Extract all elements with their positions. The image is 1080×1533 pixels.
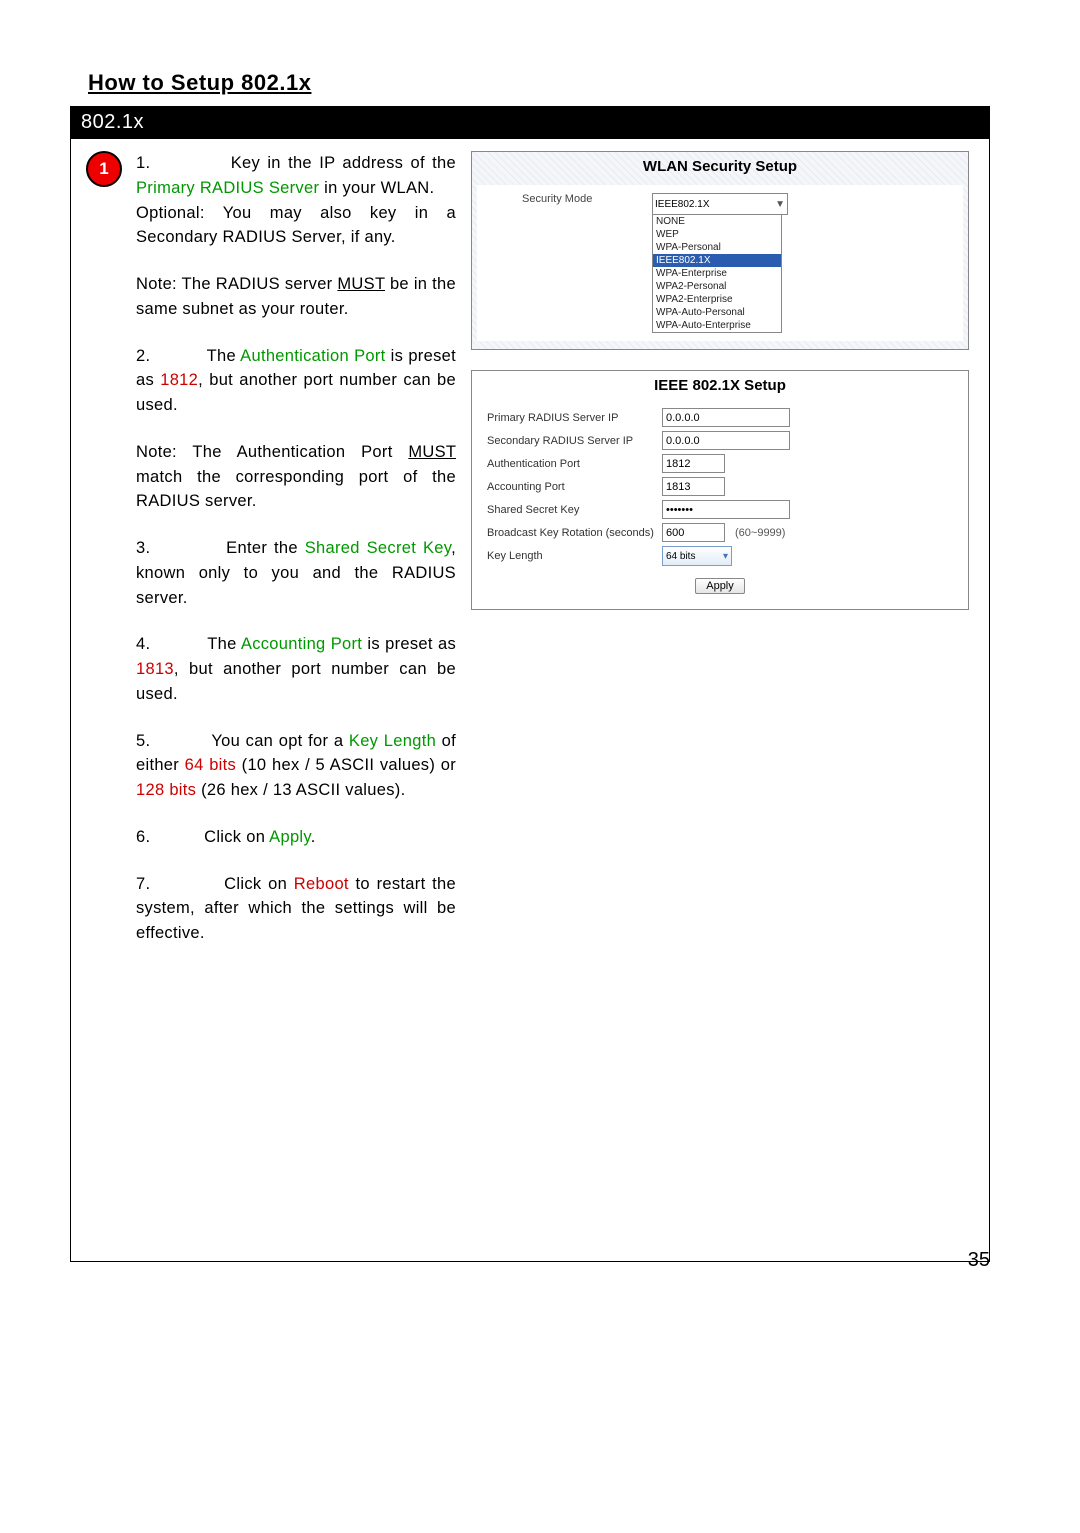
- step-badge: 1: [86, 151, 122, 187]
- option-wpa2-enterprise[interactable]: WPA2-Enterprise: [653, 293, 781, 306]
- must: MUST: [408, 443, 456, 461]
- shared-key-label: Shared Secret Key: [487, 504, 662, 516]
- chevron-down-icon: ▼: [775, 199, 785, 210]
- secondary-radius-ip-input[interactable]: 0.0.0.0: [662, 431, 790, 450]
- security-mode-value: IEEE802.1X: [655, 199, 709, 210]
- option-none[interactable]: NONE: [653, 215, 781, 228]
- val-1812: 1812: [160, 371, 198, 389]
- must: MUST: [337, 275, 385, 293]
- acct-port-input[interactable]: 1813: [662, 477, 725, 496]
- term-shared-key: Shared Secret Key: [305, 539, 451, 557]
- term-acct-port: Accounting Port: [241, 635, 362, 653]
- term-apply: Apply: [269, 828, 311, 846]
- apply-button[interactable]: Apply: [695, 578, 745, 594]
- step-num: 4.: [136, 635, 150, 653]
- auth-port-input[interactable]: 1812: [662, 454, 725, 473]
- secondary-radius-ip-label: Secondary RADIUS Server IP: [487, 435, 662, 447]
- page-title: How to Setup 802.1x: [80, 70, 990, 96]
- step-num: 5.: [136, 732, 150, 750]
- chevron-down-icon: ▾: [723, 551, 728, 562]
- wlan-security-panel: WLAN Security Setup Security Mode IEEE80…: [471, 151, 969, 350]
- txt: in your WLAN.: [319, 179, 434, 197]
- option-wpa-auto-personal[interactable]: WPA-Auto-Personal: [653, 306, 781, 319]
- security-mode-select[interactable]: IEEE802.1X ▼: [652, 193, 788, 215]
- content-box: 802.1x 1 1. Key in the IP address of the…: [70, 106, 990, 1262]
- txt: Key in the IP address of the: [231, 154, 456, 172]
- option-wep[interactable]: WEP: [653, 228, 781, 241]
- txt: The: [207, 347, 241, 365]
- security-mode-dropdown[interactable]: NONE WEP WPA-Personal IEEE802.1X WPA-Ent…: [652, 214, 782, 333]
- val-128bits: 128 bits: [136, 781, 196, 799]
- ieee-setup-panel: IEEE 802.1X Setup Primary RADIUS Server …: [471, 370, 969, 610]
- step-num: 6.: [136, 828, 150, 846]
- ieee-panel-title: IEEE 802.1X Setup: [487, 371, 953, 404]
- term-auth-port: Authentication Port: [240, 347, 385, 365]
- txt: is preset as: [362, 635, 456, 653]
- keylen-select[interactable]: 64 bits ▾: [662, 546, 732, 566]
- acct-port-label: Accounting Port: [487, 481, 662, 493]
- txt: The: [207, 635, 241, 653]
- val-1813: 1813: [136, 660, 174, 678]
- term-key-length: Key Length: [349, 732, 436, 750]
- primary-radius-ip-label: Primary RADIUS Server IP: [487, 412, 662, 424]
- option-ieee8021x[interactable]: IEEE802.1X: [653, 254, 781, 267]
- rotation-input[interactable]: 600: [662, 523, 725, 542]
- option-wpa-auto-enterprise[interactable]: WPA-Auto-Enterprise: [653, 319, 781, 332]
- txt: You can opt for a: [211, 732, 349, 750]
- auth-port-label: Authentication Port: [487, 458, 662, 470]
- instructions: 1. Key in the IP address of the Primary …: [136, 151, 456, 946]
- option-wpa2-personal[interactable]: WPA2-Personal: [653, 280, 781, 293]
- txt: match the corresponding port of the RADI…: [136, 468, 456, 511]
- val-64bits: 64 bits: [185, 756, 236, 774]
- keylen-label: Key Length: [487, 550, 662, 562]
- step-num: 3.: [136, 539, 150, 557]
- shared-key-input[interactable]: •••••••: [662, 500, 790, 519]
- txt: .: [311, 828, 316, 846]
- txt: Click on: [224, 875, 294, 893]
- txt: Note: The Authentication Port: [136, 443, 408, 461]
- keylen-value: 64 bits: [666, 551, 695, 562]
- txt: Optional: You may also key in a Secondar…: [136, 204, 456, 247]
- security-mode-label: Security Mode: [522, 193, 652, 205]
- term-primary-radius: Primary RADIUS Server: [136, 179, 319, 197]
- page-number: 35: [968, 1249, 990, 1272]
- option-wpa-enterprise[interactable]: WPA-Enterprise: [653, 267, 781, 280]
- primary-radius-ip-input[interactable]: 0.0.0.0: [662, 408, 790, 427]
- rotation-hint: (60~9999): [735, 527, 785, 539]
- step-num: 2.: [136, 347, 150, 365]
- wlan-panel-title: WLAN Security Setup: [472, 152, 968, 185]
- option-wpa-personal[interactable]: WPA-Personal: [653, 241, 781, 254]
- txt: (26 hex / 13 ASCII values).: [196, 781, 405, 799]
- step-num: 1.: [136, 154, 150, 172]
- txt: , but another port number can be used.: [136, 660, 456, 703]
- step-num: 7.: [136, 875, 150, 893]
- term-reboot: Reboot: [294, 875, 349, 893]
- rotation-label: Broadcast Key Rotation (seconds): [487, 527, 662, 539]
- txt: Click on: [204, 828, 269, 846]
- section-header: 802.1x: [71, 106, 989, 139]
- txt: (10 hex / 5 ASCII values) or: [236, 756, 456, 774]
- txt: Enter the: [226, 539, 305, 557]
- txt: Note: The RADIUS server: [136, 275, 337, 293]
